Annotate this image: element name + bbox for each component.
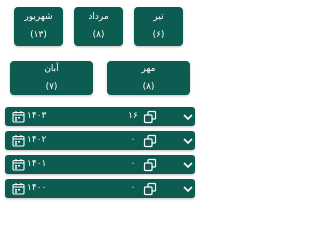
calendar-icon — [12, 111, 25, 123]
year-label: ۱۴۰۲ — [27, 135, 47, 145]
month-count: (۷) — [45, 81, 58, 92]
year-label: ۱۴۰۱ — [27, 159, 47, 169]
chevron-down-icon[interactable] — [183, 161, 193, 169]
year-label: ۱۴۰۳ — [27, 111, 47, 121]
month-name: شهریور — [24, 12, 53, 22]
calendar-icon — [12, 159, 25, 171]
month-count: (۶) — [152, 30, 165, 40]
year-count: ۰ — [130, 183, 136, 193]
month-count: (۱۳) — [30, 30, 47, 40]
month-card-shahrivar[interactable]: شهریور (۱۳) — [14, 7, 63, 46]
year-row-1402[interactable]: ۰ ۱۴۰۲ — [5, 131, 195, 150]
archive-page: شهریور (۱۳) مرداد (۸) تیر (۶) آبان (۷) م… — [0, 0, 200, 200]
year-count: ۰ — [130, 159, 136, 169]
copy-icon[interactable] — [143, 134, 157, 148]
month-card-mehr[interactable]: مهر (۸) — [107, 61, 190, 95]
month-name: تیر — [153, 12, 164, 22]
chevron-down-icon[interactable] — [183, 137, 193, 145]
copy-icon[interactable] — [143, 182, 157, 196]
month-count: (۸) — [142, 81, 155, 92]
month-name: مهر — [141, 63, 156, 74]
year-count: ۰ — [130, 135, 136, 145]
month-card-aban[interactable]: آبان (۷) — [10, 61, 93, 95]
month-card-mordad[interactable]: مرداد (۸) — [74, 7, 123, 46]
year-label: ۱۴۰۰ — [27, 183, 47, 193]
calendar-icon — [12, 183, 25, 195]
year-row-1403[interactable]: ۱۶ ۱۴۰۳ — [5, 107, 195, 126]
year-row-1400[interactable]: ۰ ۱۴۰۰ — [5, 179, 195, 198]
month-name: مرداد — [88, 12, 109, 22]
month-name: آبان — [44, 63, 59, 74]
month-count: (۸) — [92, 30, 105, 40]
chevron-down-icon[interactable] — [183, 185, 193, 193]
month-card-tir[interactable]: تیر (۶) — [134, 7, 183, 46]
copy-icon[interactable] — [143, 110, 157, 124]
chevron-down-icon[interactable] — [183, 113, 193, 121]
calendar-icon — [12, 135, 25, 147]
year-count: ۱۶ — [128, 111, 138, 121]
year-row-1401[interactable]: ۰ ۱۴۰۱ — [5, 155, 195, 174]
copy-icon[interactable] — [143, 158, 157, 172]
